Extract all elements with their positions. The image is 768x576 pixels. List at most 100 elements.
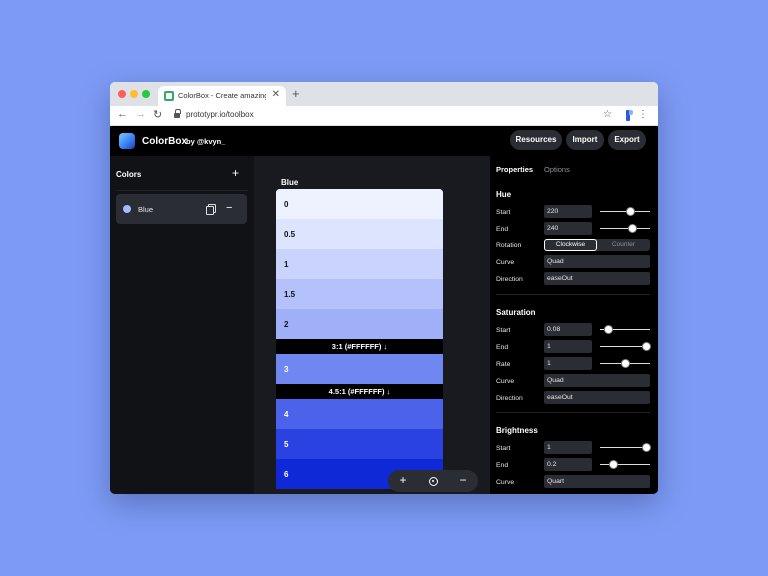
saturation-end-input[interactable]: 1 (544, 340, 592, 353)
shade-swatch[interactable]: 1 (276, 249, 443, 279)
slider-knob[interactable] (642, 342, 651, 351)
brightness-curve-select[interactable]: Quart (544, 475, 650, 488)
palette-title: Blue (281, 178, 299, 187)
reload-icon[interactable]: ↻ (153, 108, 162, 121)
saturation-curve-label: Curve (496, 378, 515, 385)
brightness-start-label: Start (496, 445, 511, 452)
browser-menu-icon[interactable]: ⋮ (638, 109, 648, 120)
saturation-start-label: Start (496, 327, 511, 334)
saturation-start-slider[interactable] (600, 325, 650, 335)
brightness-start-input[interactable]: 1 (544, 441, 592, 454)
shade-swatch[interactable]: 5 (276, 429, 443, 459)
shade-label: 1 (284, 260, 289, 269)
hue-start-slider[interactable] (600, 207, 650, 217)
color-swatch (123, 205, 131, 213)
rotation-clockwise-option[interactable]: Clockwise (544, 239, 597, 251)
shade-label: 6 (284, 470, 289, 479)
app-title: ColorBox (142, 136, 187, 147)
zoom-out-button[interactable]: − (455, 473, 471, 487)
slider-knob[interactable] (626, 207, 635, 216)
forward-icon[interactable]: → (135, 108, 146, 120)
slider-knob[interactable] (628, 224, 637, 233)
shade-label: 3 (284, 365, 289, 374)
import-button[interactable]: Import (566, 130, 604, 150)
rotation-counter-option[interactable]: Counter (597, 239, 650, 251)
tab-properties[interactable]: Properties (496, 165, 533, 174)
zoom-reset-button[interactable] (425, 473, 441, 487)
hue-direction-select[interactable]: easeOut (544, 272, 650, 285)
bookmark-star-icon[interactable]: ☆ (603, 109, 612, 120)
maximize-window-button[interactable] (142, 90, 150, 98)
app-author: by @kvyn_ (186, 137, 226, 146)
hue-rotation-label: Rotation (496, 242, 522, 249)
tab-strip: ColorBox - Create amazing color ✕ + (110, 82, 658, 106)
lock-icon[interactable] (174, 109, 181, 119)
new-tab-icon[interactable]: + (292, 86, 300, 101)
hue-curve-select[interactable]: Quad (544, 255, 650, 268)
shade-label: 1.5 (284, 290, 296, 299)
color-item-blue[interactable]: Blue − (116, 194, 247, 224)
tab-title: ColorBox - Create amazing color (178, 91, 266, 100)
saturation-end-label: End (496, 344, 509, 351)
saturation-rate-label: Rate (496, 361, 511, 368)
favicon-icon (164, 91, 174, 101)
brightness-curve-label: Curve (496, 479, 515, 486)
colors-heading: Colors (116, 170, 142, 179)
browser-tab[interactable]: ColorBox - Create amazing color ✕ (158, 86, 286, 106)
shade-label: 4 (284, 410, 289, 419)
properties-panel: Properties Options Hue Start 220 End 240… (490, 156, 658, 494)
shade-label: 0 (284, 200, 289, 209)
shade-swatch[interactable]: 0.5 (276, 219, 443, 249)
saturation-start-input[interactable]: 0.08 (544, 323, 592, 336)
zoom-in-button[interactable]: + (395, 473, 411, 487)
saturation-rate-input[interactable]: 1 (544, 357, 592, 370)
app-header: ColorBox by @kvyn_ Resources Import Expo… (110, 126, 658, 156)
export-button[interactable]: Export (608, 130, 646, 150)
shade-swatch[interactable]: 3 (276, 354, 443, 384)
address-bar[interactable]: prototypr.io/toolbox (186, 110, 254, 119)
brightness-heading: Brightness (496, 426, 538, 435)
sidebar-divider (116, 190, 248, 191)
saturation-end-slider[interactable] (600, 342, 651, 352)
shade-swatch[interactable]: 4 (276, 399, 443, 429)
hue-end-input[interactable]: 240 (544, 222, 592, 235)
browser-window: ColorBox - Create amazing color ✕ + ← → … (110, 82, 658, 494)
add-color-icon[interactable]: + (232, 166, 239, 180)
shade-label: 5 (284, 440, 289, 449)
tab-close-icon[interactable]: ✕ (272, 89, 280, 100)
remove-color-icon[interactable]: − (226, 202, 232, 214)
shade-swatch[interactable]: 0 (276, 189, 443, 219)
saturation-direction-select[interactable]: easeOut (544, 391, 650, 404)
contrast-marker-3: 3:1 (#FFFFFF) ↓ (276, 339, 443, 354)
hue-end-label: End (496, 226, 509, 233)
shade-label: 2 (284, 320, 289, 329)
hue-start-input[interactable]: 220 (544, 205, 592, 218)
brightness-end-slider[interactable] (600, 460, 650, 470)
tab-options[interactable]: Options (544, 165, 570, 174)
saturation-curve-select[interactable]: Quad (544, 374, 650, 387)
slider-knob[interactable] (609, 460, 618, 469)
duplicate-icon[interactable] (206, 204, 216, 215)
shade-swatch[interactable]: 2 (276, 309, 443, 339)
section-divider (496, 294, 650, 295)
slider-knob[interactable] (621, 359, 630, 368)
resources-button[interactable]: Resources (510, 130, 562, 150)
back-icon[interactable]: ← (117, 108, 128, 120)
hue-curve-label: Curve (496, 259, 515, 266)
hue-start-label: Start (496, 209, 511, 216)
brightness-end-label: End (496, 462, 509, 469)
slider-knob[interactable] (642, 443, 651, 452)
saturation-rate-slider[interactable] (600, 359, 650, 369)
minimize-window-button[interactable] (130, 90, 138, 98)
brightness-start-slider[interactable] (600, 443, 651, 453)
extension-icon[interactable] (626, 110, 633, 121)
brightness-end-input[interactable]: 0.2 (544, 458, 592, 471)
colors-sidebar: Colors + Blue − (110, 156, 254, 494)
palette-canvas: Blue 0 0.5 1 1.5 2 3:1 (#FFFFFF) ↓ 3 4.5… (254, 156, 490, 494)
palette-swatches: 0 0.5 1 1.5 2 3:1 (#FFFFFF) ↓ 3 4.5:1 (#… (276, 189, 443, 489)
shade-swatch[interactable]: 1.5 (276, 279, 443, 309)
close-window-button[interactable] (118, 90, 126, 98)
slider-knob[interactable] (604, 325, 613, 334)
hue-end-slider[interactable] (600, 224, 650, 234)
color-item-label: Blue (138, 205, 154, 214)
